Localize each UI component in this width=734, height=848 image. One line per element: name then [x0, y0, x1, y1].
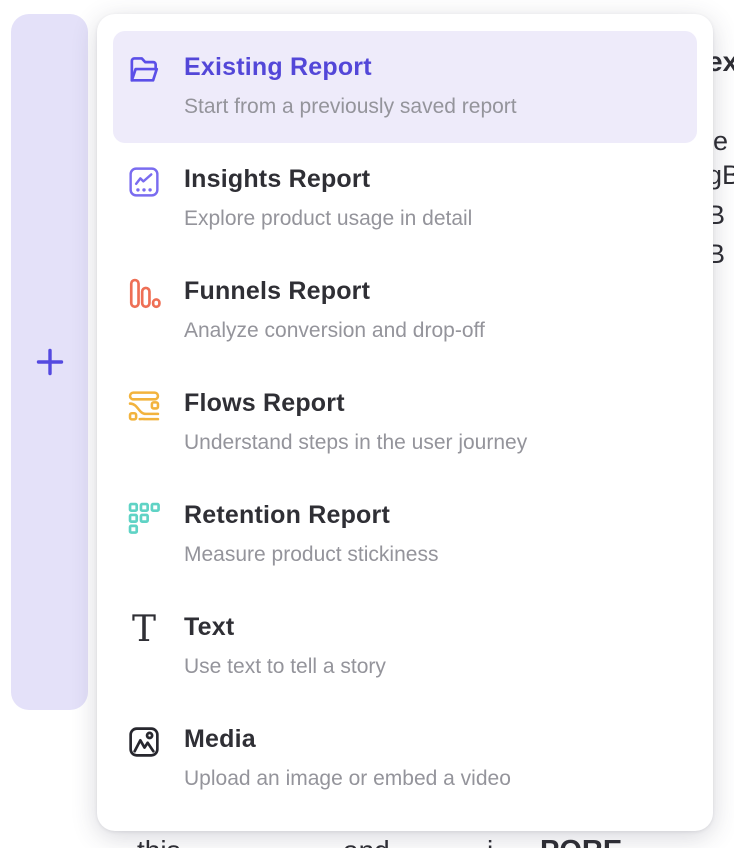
menu-item-subtitle: Understand steps in the user journey [184, 430, 527, 456]
background-text-fragment: i. [487, 835, 501, 848]
menu-item-list: Existing Report Start from a previously s… [113, 31, 697, 815]
menu-item-text: Retention Report Measure product stickine… [184, 479, 438, 568]
menu-item-title: Funnels Report [184, 276, 485, 306]
funnel-bars-icon [127, 277, 161, 311]
menu-item-title: Insights Report [184, 164, 472, 194]
menu-item-funnels-report[interactable]: Funnels Report Analyze conversion and dro… [113, 255, 697, 367]
plus-icon [35, 347, 65, 377]
menu-item-title: Retention Report [184, 500, 438, 530]
menu-item-title: Media [184, 724, 511, 754]
menu-item-existing-report[interactable]: Existing Report Start from a previously s… [113, 31, 697, 143]
menu-item-subtitle: Upload an image or embed a video [184, 766, 511, 792]
menu-item-subtitle: Analyze conversion and drop-off [184, 318, 485, 344]
text-icon: T [127, 613, 161, 647]
flows-path-icon [127, 389, 161, 423]
add-report-menu: Existing Report Start from a previously s… [97, 14, 713, 831]
background-text-fragment: PORE [540, 835, 622, 848]
menu-item-subtitle: Measure product stickiness [184, 542, 438, 568]
menu-item-subtitle: Use text to tell a story [184, 654, 386, 680]
menu-item-media[interactable]: Media Upload an image or embed a video [113, 703, 697, 815]
background-text-fragment: and [343, 835, 390, 848]
menu-item-text: Flows Report Understand steps in the user… [184, 367, 527, 456]
menu-item-flows-report[interactable]: Flows Report Understand steps in the user… [113, 367, 697, 479]
folder-open-icon [127, 53, 161, 87]
menu-item-title: Existing Report [184, 52, 517, 82]
menu-item-subtitle: Explore product usage in detail [184, 206, 472, 232]
menu-item-text: Insights Report Explore product usage in … [184, 143, 472, 232]
background-text-fragment: this [137, 835, 181, 848]
menu-item-title: Text [184, 612, 386, 642]
menu-item-retention-report[interactable]: Retention Report Measure product stickine… [113, 479, 697, 591]
add-item-button[interactable] [11, 14, 88, 710]
menu-item-text[interactable]: T Text Use text to tell a story [113, 591, 697, 703]
menu-item-text: Text Use text to tell a story [184, 591, 386, 680]
menu-item-text: Existing Report Start from a previously s… [184, 31, 517, 120]
media-image-icon [127, 725, 161, 759]
menu-item-text: Funnels Report Analyze conversion and dro… [184, 255, 485, 344]
menu-item-title: Flows Report [184, 388, 527, 418]
insights-chart-icon [127, 165, 161, 199]
menu-item-text: Media Upload an image or embed a video [184, 703, 511, 792]
retention-grid-icon [127, 501, 161, 535]
menu-item-insights-report[interactable]: Insights Report Explore product usage in … [113, 143, 697, 255]
menu-item-subtitle: Start from a previously saved report [184, 94, 517, 120]
